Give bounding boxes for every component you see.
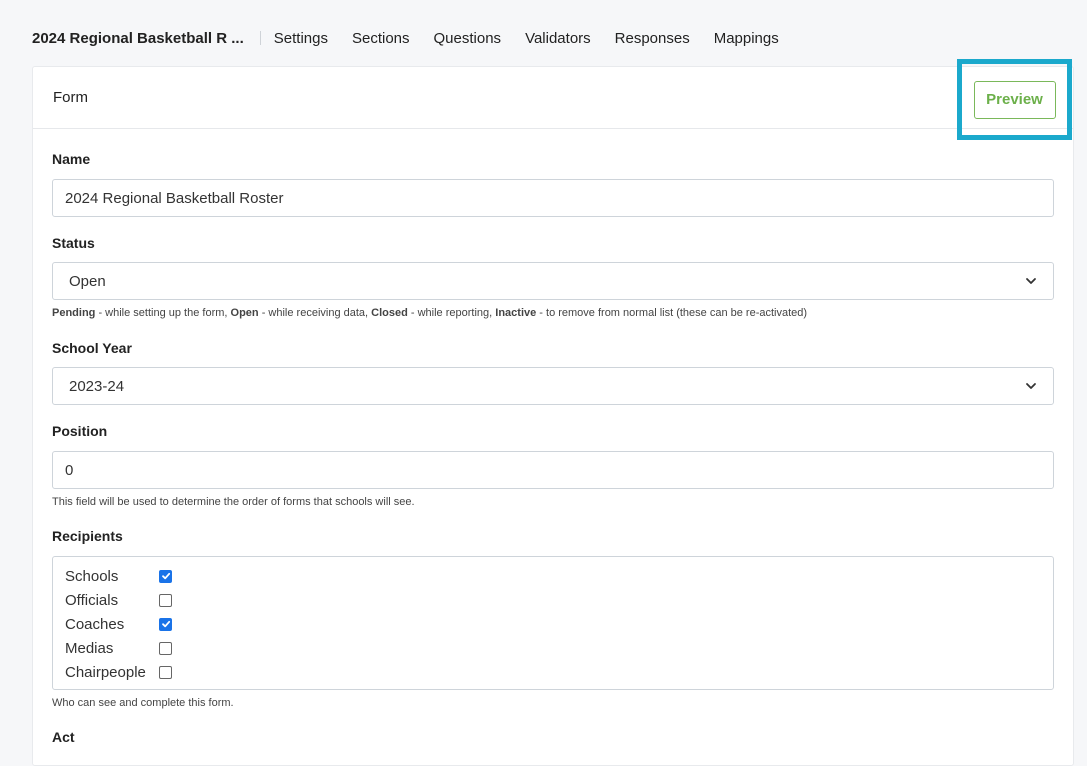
recipient-checkbox-officials[interactable] bbox=[159, 593, 172, 607]
recipient-checkbox-medias[interactable] bbox=[159, 641, 172, 655]
form-title: 2024 Regional Basketball R ... bbox=[32, 29, 244, 47]
position-input-value: 0 bbox=[65, 461, 74, 479]
next-field-label: Act bbox=[52, 729, 75, 745]
recipient-label: Chairpeople bbox=[65, 663, 146, 681]
recipient-label: Officials bbox=[65, 591, 119, 609]
recipient-row-officials: Officials bbox=[65, 588, 172, 612]
status-help-term: Inactive bbox=[495, 307, 537, 319]
card-header-title: Form bbox=[53, 89, 88, 106]
nav-link-responses[interactable]: Responses bbox=[615, 30, 690, 47]
status-help-term: Open bbox=[230, 307, 259, 319]
position-label: Position bbox=[52, 423, 108, 439]
status-help-term: Closed bbox=[371, 307, 408, 319]
nav-link-sections[interactable]: Sections bbox=[352, 30, 410, 47]
status-help: Pending - while setting up the form, Ope… bbox=[52, 307, 807, 319]
name-input[interactable]: 2024 Regional Basketball Roster bbox=[52, 179, 1054, 217]
nav-link-questions[interactable]: Questions bbox=[434, 30, 502, 47]
status-select[interactable]: Open bbox=[52, 262, 1054, 300]
status-label: Status bbox=[52, 235, 95, 251]
status-select-value: Open bbox=[69, 272, 106, 290]
school-year-select[interactable]: 2023-24 bbox=[52, 367, 1054, 405]
nav-divider bbox=[259, 31, 261, 45]
recipient-row-coaches: Coaches bbox=[65, 612, 172, 636]
recipient-row-schools: Schools bbox=[65, 564, 172, 588]
nav-link-mappings[interactable]: Mappings bbox=[714, 30, 779, 47]
school-year-label: School Year bbox=[52, 340, 132, 356]
status-help-text: - while receiving data, bbox=[258, 307, 372, 319]
recipients-label: Recipients bbox=[52, 528, 123, 544]
status-help-term: Pending bbox=[52, 307, 96, 319]
recipients-help: Who can see and complete this form. bbox=[52, 697, 234, 709]
chevron-down-icon bbox=[1026, 278, 1036, 284]
recipient-checkbox-coaches[interactable] bbox=[159, 617, 172, 631]
recipient-checkbox-chairpeople[interactable] bbox=[159, 665, 172, 679]
status-help-text: - while setting up the form, bbox=[95, 307, 231, 319]
position-input[interactable]: 0 bbox=[52, 451, 1054, 489]
nav-link-settings[interactable]: Settings bbox=[274, 30, 328, 47]
status-help-text: - while reporting, bbox=[407, 307, 496, 319]
school-year-select-value: 2023-24 bbox=[69, 377, 125, 395]
check-icon bbox=[161, 572, 170, 580]
name-input-value: 2024 Regional Basketball Roster bbox=[65, 189, 284, 207]
preview-button[interactable]: Preview bbox=[973, 80, 1056, 119]
nav-link-validators[interactable]: Validators bbox=[525, 30, 591, 47]
recipient-label: Coaches bbox=[65, 615, 125, 633]
recipient-checkbox-schools[interactable] bbox=[159, 569, 172, 583]
recipient-row-medias: Medias bbox=[65, 636, 172, 660]
recipient-row-chairpeople: Chairpeople bbox=[65, 660, 172, 684]
preview-highlight: Preview bbox=[957, 59, 1072, 140]
position-help: This field will be used to determine the… bbox=[52, 496, 415, 508]
check-icon bbox=[161, 620, 170, 628]
recipient-label: Schools bbox=[65, 567, 119, 585]
recipients-box: Schools Officials Coaches Medias Chairpe… bbox=[52, 556, 1054, 690]
chevron-down-icon bbox=[1026, 383, 1036, 389]
status-help-text: - to remove from normal list (these can … bbox=[536, 307, 808, 319]
card-header: Form bbox=[33, 67, 1073, 129]
name-label: Name bbox=[52, 151, 91, 167]
recipient-label: Medias bbox=[65, 639, 114, 657]
top-nav: 2024 Regional Basketball R ... Settings … bbox=[32, 26, 803, 50]
